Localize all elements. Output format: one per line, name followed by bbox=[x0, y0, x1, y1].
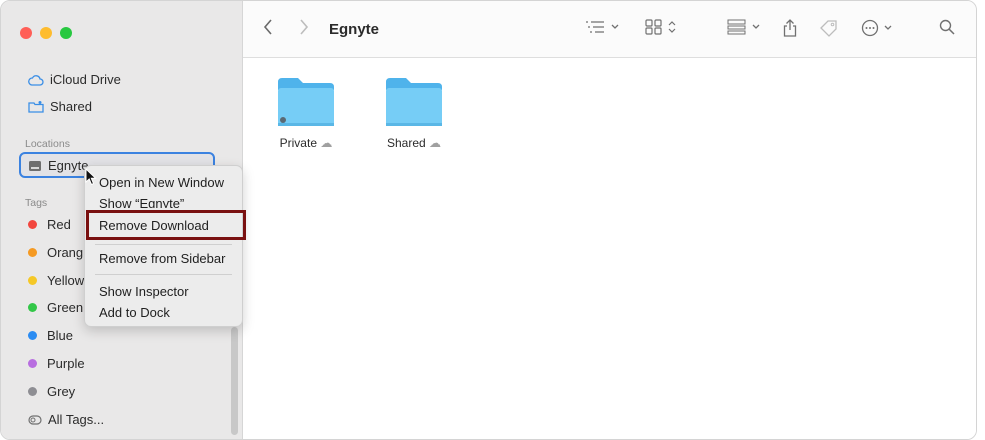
orange-dot-icon bbox=[28, 248, 37, 257]
highlight-box bbox=[86, 210, 246, 240]
tag-blue[interactable]: Blue bbox=[28, 328, 73, 343]
yellow-dot-icon bbox=[28, 276, 37, 285]
cloud-icon bbox=[28, 74, 44, 86]
folder-private[interactable]: Private ☁ bbox=[266, 76, 346, 150]
folder-icon bbox=[386, 78, 442, 126]
tag-button[interactable] bbox=[819, 19, 839, 42]
context-menu: Open in New Window Show “Egnyte” Remove … bbox=[84, 165, 246, 327]
sidebar-item-all-tags[interactable]: All Tags... bbox=[28, 412, 104, 427]
menu-item-show-egnyte[interactable]: Show “Egnyte” bbox=[99, 196, 184, 208]
tag-icon bbox=[820, 20, 837, 37]
tag-label: Grey bbox=[47, 384, 76, 399]
menu-item-open-new-window[interactable]: Open in New Window bbox=[99, 175, 224, 190]
mouse-cursor-icon bbox=[85, 168, 97, 186]
sidebar-item-shared[interactable]: Shared bbox=[28, 99, 92, 114]
tag-yellow[interactable]: Yellow bbox=[28, 273, 84, 288]
minimize-button[interactable] bbox=[40, 27, 52, 39]
tag-grey[interactable]: Grey bbox=[28, 384, 75, 399]
zoom-button[interactable] bbox=[60, 27, 72, 39]
menu-separator bbox=[95, 274, 232, 275]
folder-label: Private ☁ bbox=[279, 136, 333, 150]
tag-red[interactable]: Red bbox=[28, 217, 71, 232]
window-controls bbox=[20, 27, 72, 39]
sidebar-item-icloud-drive[interactable]: iCloud Drive bbox=[28, 72, 121, 87]
share-icon bbox=[783, 19, 797, 37]
cloud-status-icon: ☁ bbox=[320, 136, 333, 150]
chevron-left-icon bbox=[263, 19, 272, 35]
tag-green[interactable]: Green bbox=[28, 300, 83, 315]
sidebar-item-label: All Tags... bbox=[48, 412, 105, 427]
menu-separator bbox=[95, 244, 232, 245]
sidebar-item-label: Egnyte bbox=[48, 158, 89, 173]
close-button[interactable] bbox=[20, 27, 32, 39]
ellipsis-circle-icon bbox=[861, 19, 892, 37]
tag-purple[interactable]: Purple bbox=[28, 356, 85, 371]
list-view-button[interactable] bbox=[585, 19, 621, 40]
folder-icon bbox=[278, 78, 334, 126]
gallery-icon bbox=[727, 19, 760, 35]
tag-label: Purple bbox=[47, 356, 85, 371]
tag-label: Blue bbox=[47, 328, 74, 343]
locations-header: Locations bbox=[25, 138, 70, 150]
green-dot-icon bbox=[28, 303, 37, 312]
drive-icon bbox=[29, 160, 41, 171]
menu-item-add-to-dock[interactable]: Add to Dock bbox=[99, 305, 170, 320]
search-button[interactable] bbox=[939, 19, 955, 40]
action-button[interactable] bbox=[861, 19, 895, 42]
tags-header: Tags bbox=[25, 197, 48, 209]
menu-item-show-inspector[interactable]: Show Inspector bbox=[99, 284, 189, 299]
chevron-right-icon bbox=[300, 19, 309, 35]
grey-dot-icon bbox=[28, 387, 37, 396]
toolbar: Egnyte bbox=[243, 1, 976, 58]
sidebar-item-egnyte[interactable]: Egnyte bbox=[28, 158, 88, 173]
share-button[interactable] bbox=[783, 19, 797, 42]
back-button[interactable] bbox=[263, 19, 273, 40]
menu-item-remove-from-sidebar[interactable]: Remove from Sidebar bbox=[99, 251, 225, 266]
forward-button[interactable] bbox=[299, 19, 309, 40]
sidebar-item-label: iCloud Drive bbox=[50, 72, 121, 87]
shared-folder-icon bbox=[28, 101, 44, 113]
search-icon bbox=[939, 19, 955, 35]
folder-label: Shared ☁ bbox=[386, 136, 442, 150]
purple-dot-icon bbox=[28, 359, 37, 368]
grid-icon bbox=[645, 19, 676, 35]
tag-label: Red bbox=[47, 217, 71, 232]
group-button[interactable] bbox=[645, 19, 679, 40]
tag-label: Yellow bbox=[47, 273, 85, 288]
list-icon bbox=[586, 21, 619, 33]
sidebar-scrollbar[interactable] bbox=[231, 327, 238, 435]
blue-dot-icon bbox=[28, 331, 37, 340]
tag-orange[interactable]: Orang bbox=[28, 245, 83, 260]
tag-label: Green bbox=[47, 300, 84, 315]
all-tags-icon bbox=[28, 414, 42, 425]
view-options-button[interactable] bbox=[727, 19, 763, 40]
cloud-status-icon: ☁ bbox=[429, 136, 442, 150]
tag-label: Orang bbox=[47, 245, 84, 260]
sidebar-item-label: Shared bbox=[50, 99, 92, 114]
file-browser: Private ☁ Shared ☁ bbox=[243, 58, 976, 439]
window-title: Egnyte bbox=[329, 21, 380, 38]
red-dot-icon bbox=[28, 220, 37, 229]
folder-shared[interactable]: Shared ☁ bbox=[374, 76, 454, 150]
